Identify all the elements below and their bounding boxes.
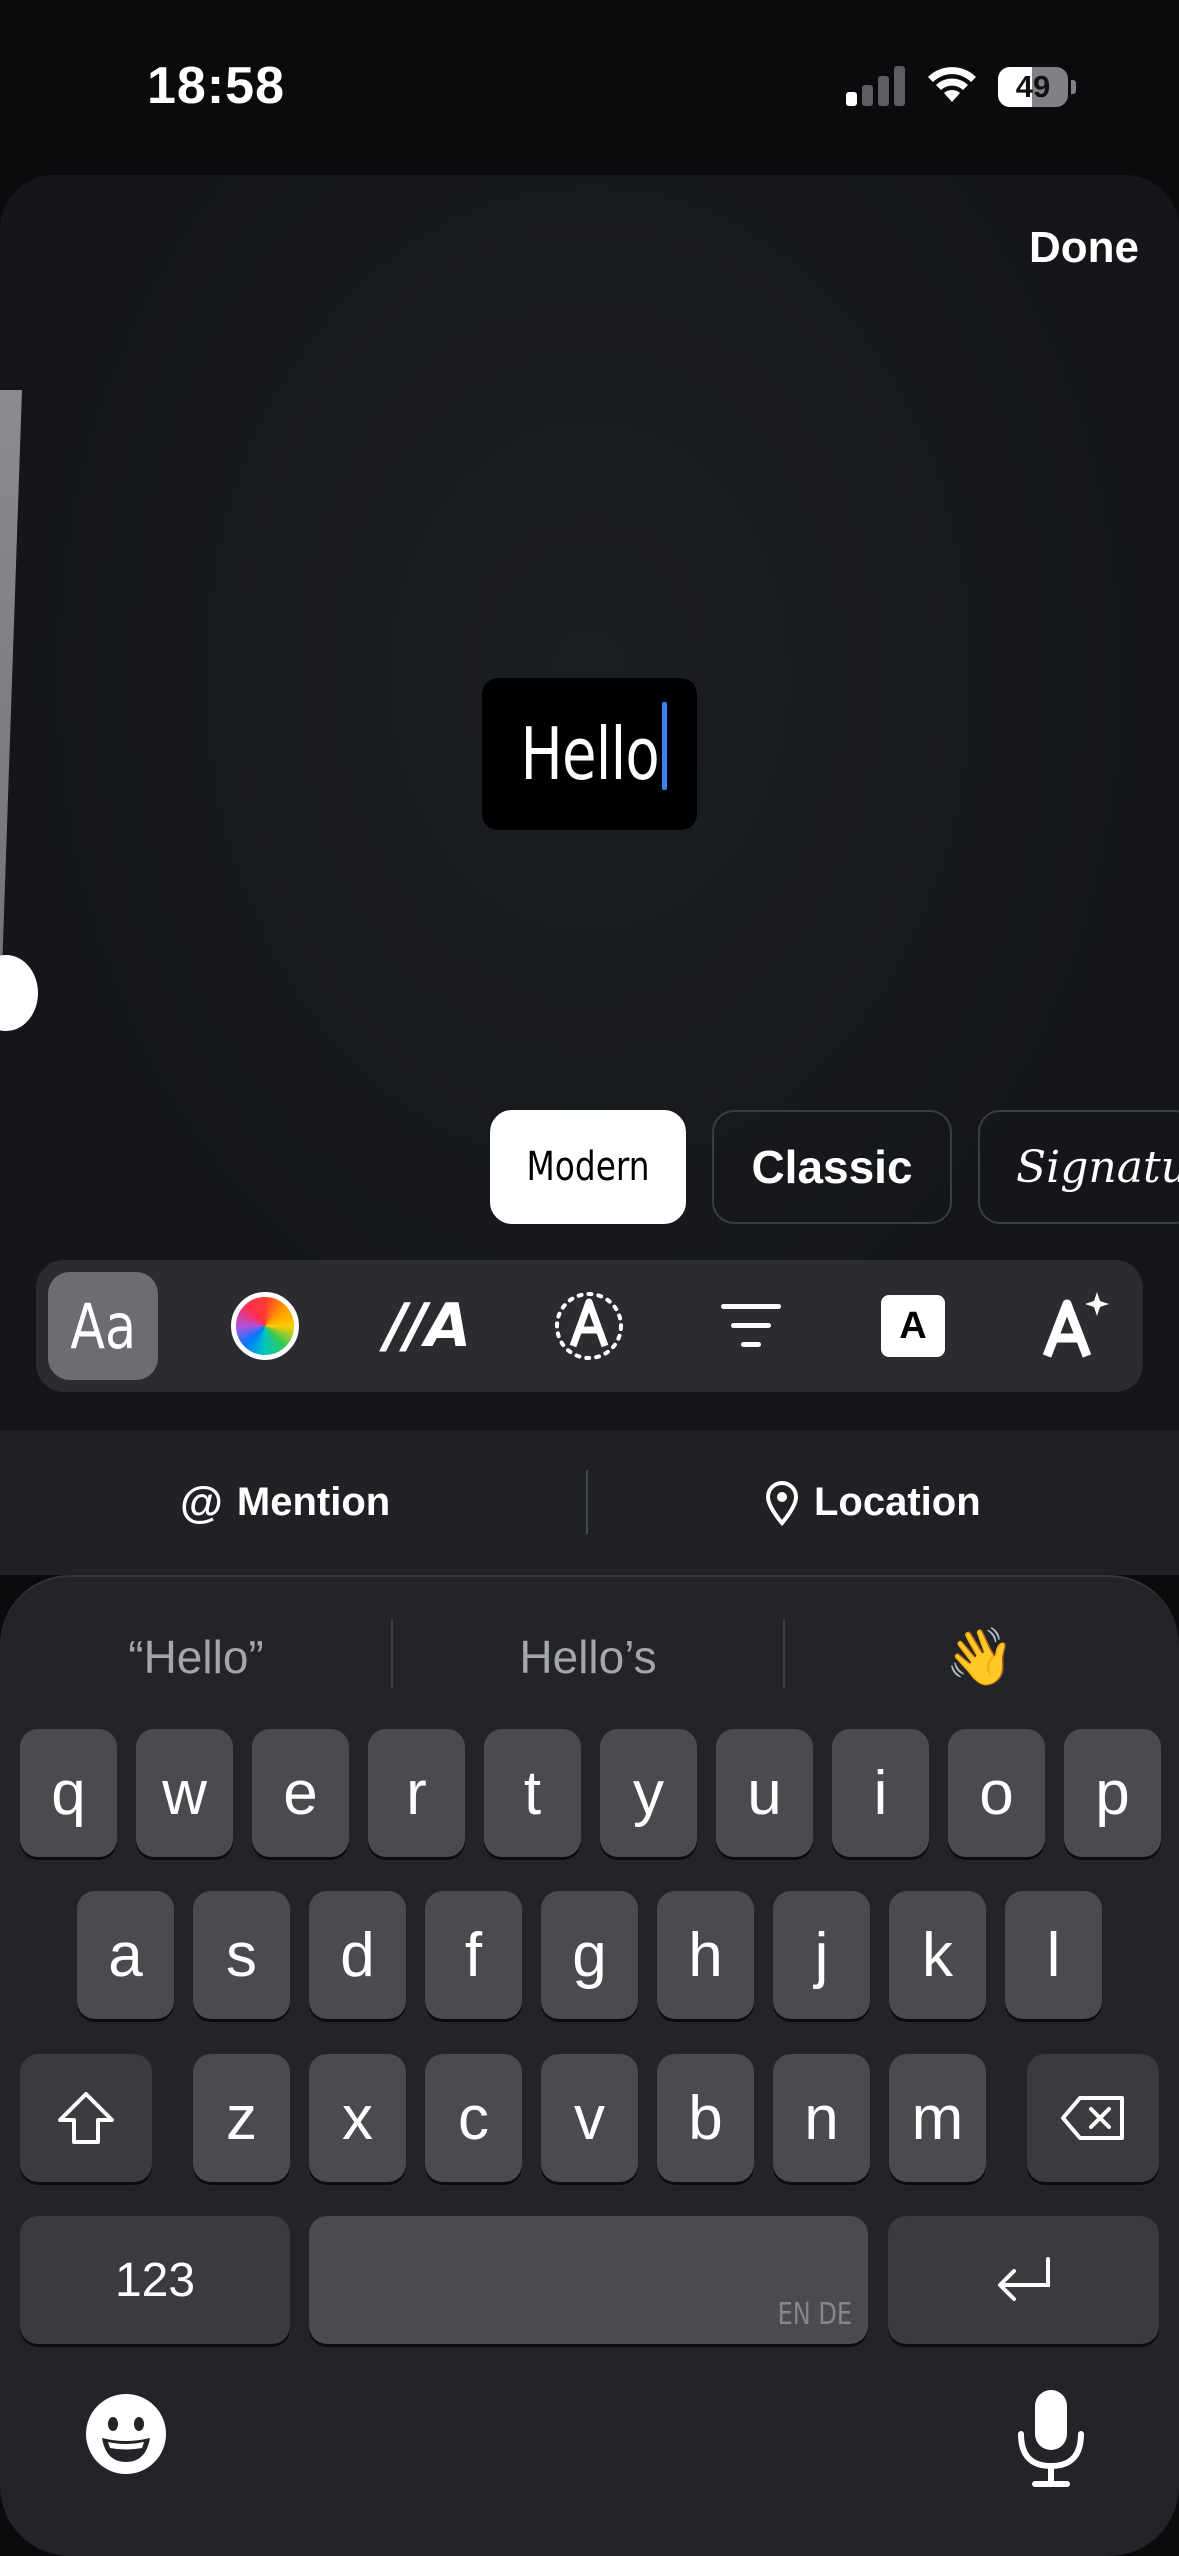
text-content: Hello [520, 712, 659, 796]
font-style-label: Modern [526, 1144, 650, 1190]
font-style-signature[interactable]: Signatur [978, 1110, 1179, 1224]
key-g[interactable]: g [541, 1891, 638, 2019]
align-center-icon [721, 1304, 781, 1347]
key-x[interactable]: x [309, 2054, 406, 2182]
key-f[interactable]: f [425, 1891, 522, 2019]
return-key[interactable] [888, 2216, 1159, 2344]
text-size-thumb[interactable] [0, 955, 38, 1031]
color-wheel-icon [231, 1292, 299, 1360]
done-button[interactable]: Done [1029, 223, 1139, 273]
battery-icon: 49 [998, 67, 1076, 107]
key-p[interactable]: p [1064, 1729, 1161, 1857]
text-size-slider[interactable] [0, 390, 38, 1031]
key-m[interactable]: m [889, 2054, 986, 2182]
key-r[interactable]: r [368, 1729, 465, 1857]
key-q[interactable]: q [20, 1729, 117, 1857]
backspace-icon [1061, 2096, 1124, 2140]
sparkle-outline-a-icon [555, 1292, 623, 1360]
numbers-key[interactable]: 123 [20, 2216, 290, 2344]
key-h[interactable]: h [657, 1891, 754, 2019]
font-style-classic[interactable]: Classic [712, 1110, 952, 1224]
text-background-tool-button[interactable]: A [858, 1272, 968, 1380]
animate-icon: //A [384, 1291, 471, 1361]
key-c[interactable]: c [425, 2054, 522, 2182]
animate-tool-button[interactable]: //A [372, 1272, 482, 1380]
key-d[interactable]: d [309, 1891, 406, 2019]
font-tool-label: Aa [70, 1289, 136, 1363]
color-tool-button[interactable] [210, 1272, 320, 1380]
shift-key[interactable] [20, 2054, 152, 2182]
key-z[interactable]: z [193, 2054, 290, 2182]
mention-label: Mention [236, 1480, 391, 1524]
key-b[interactable]: b [657, 2054, 754, 2182]
tag-bar: @ Mention Location [0, 1430, 1179, 1575]
key-s[interactable]: s [193, 1891, 290, 2019]
key-a[interactable]: a [77, 1891, 174, 2019]
key-y[interactable]: y [600, 1729, 697, 1857]
return-arrow-icon [997, 2257, 1050, 2301]
dictation-microphone-icon[interactable] [1013, 2388, 1089, 2488]
tag-divider [586, 1470, 588, 1534]
battery-percent: 49 [1015, 69, 1051, 104]
key-t[interactable]: t [484, 1729, 581, 1857]
text-tool-bar: Aa //A A [36, 1260, 1143, 1392]
key-l[interactable]: l [1005, 1891, 1102, 2019]
key-i[interactable]: i [832, 1729, 929, 1857]
mention-button[interactable]: @ Mention [180, 1430, 390, 1575]
key-u[interactable]: u [716, 1729, 813, 1857]
key-o[interactable]: o [948, 1729, 1045, 1857]
ai-style-tool-button[interactable] [1020, 1272, 1130, 1380]
status-bar: 18:58 49 [0, 0, 1179, 175]
location-button[interactable]: Location [764, 1430, 981, 1575]
prediction-emoji[interactable]: 👋 [784, 1617, 1176, 1697]
key-j[interactable]: j [773, 1891, 870, 2019]
cellular-signal-icon [846, 66, 905, 106]
font-style-label: Classic [751, 1141, 913, 1193]
text-editor-canvas: Done Hello Modern Classic Signatur Aa //… [0, 175, 1179, 1430]
font-style-row: Modern Classic Signatur [490, 1110, 1179, 1224]
font-style-modern[interactable]: Modern [490, 1110, 686, 1224]
key-w[interactable]: w [136, 1729, 233, 1857]
backspace-key[interactable] [1027, 2054, 1159, 2182]
emoji-keyboard-icon[interactable] [84, 2392, 168, 2476]
key-e[interactable]: e [252, 1729, 349, 1857]
location-pin-icon [765, 1480, 799, 1526]
align-tool-button[interactable] [696, 1272, 806, 1380]
font-tool-button[interactable]: Aa [48, 1272, 158, 1380]
text-caret [662, 702, 667, 790]
location-label: Location [814, 1480, 981, 1524]
font-style-label: Signatur [1016, 1141, 1179, 1193]
text-background-icon: A [881, 1295, 945, 1357]
key-k[interactable]: k [889, 1891, 986, 2019]
shift-arrow-icon [58, 2092, 114, 2144]
status-time: 18:58 [147, 57, 285, 115]
effect-tool-button[interactable] [534, 1272, 644, 1380]
wifi-icon [928, 67, 976, 102]
key-n[interactable]: n [773, 2054, 870, 2182]
prediction-1[interactable]: “Hello” [0, 1617, 392, 1697]
text-size-track [0, 390, 22, 1030]
prediction-2[interactable]: Hello’s [392, 1617, 784, 1697]
key-v[interactable]: v [541, 2054, 638, 2182]
a-sparkle-icon [1042, 1292, 1109, 1358]
at-sign-icon: @ [180, 1477, 223, 1527]
space-key[interactable]: EN DE [309, 2216, 868, 2344]
space-language-label: EN DE [777, 2297, 852, 2332]
